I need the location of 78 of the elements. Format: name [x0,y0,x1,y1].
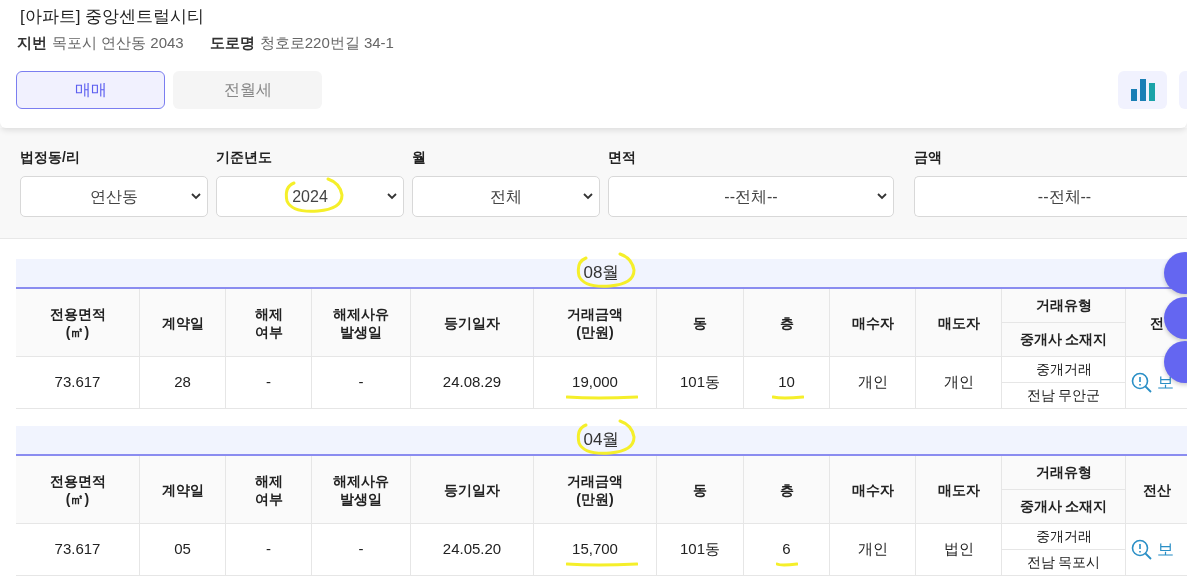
table-cell: 10 [778,371,795,394]
listing-title: [아파트] 중앙센트럴시티 [19,6,206,28]
table-cell-text: 05 [174,539,191,560]
table-cell-text: - [266,539,271,560]
column-header: 거래금액 (만원) [567,471,623,508]
chevron-down-icon [583,192,593,200]
column-header: 동 [693,313,707,332]
filter-label: 월 [412,148,427,166]
column-header: 동 [693,480,707,499]
column-header: 층 [779,480,794,499]
column-header: 전용면적 (㎡) [49,304,106,341]
column-header: 계약일 [161,480,204,499]
column-header: 거래유형 [1002,456,1125,490]
column-header: 등기일자 [444,313,500,332]
address-value: 청호로220번길 34-1 [259,33,394,53]
table-cell-text: 28 [174,372,191,393]
column-header: 매수자 [851,480,894,499]
column-header: 매수자 [851,313,894,332]
table-cell-text: - [358,372,364,393]
address-label: 도로명 [209,33,255,53]
filter-label: 면적 [608,148,637,166]
chevron-down-icon [387,192,397,200]
bar-chart-icon [1130,79,1155,101]
chevron-down-icon [191,192,201,200]
column-header: 해제사유 발생일 [333,304,389,341]
table-cell: 중개거래 [1002,524,1125,550]
table-cell-text: - [266,372,271,393]
select-field[interactable]: 연산동 [20,176,208,217]
search-icon [1131,538,1153,561]
month-title: 04월 [583,427,620,453]
view-link[interactable]: 보 [1131,536,1174,563]
column-header: 등기일자 [444,480,500,499]
table-cell-text: 개인 [857,539,888,560]
select-field[interactable]: 2024 [216,176,404,217]
column-header: 전용면적 (㎡) [49,471,106,508]
column-header: 해제사유 발생일 [333,471,389,508]
table-cell: 6 [782,538,791,561]
search-icon [1131,371,1153,394]
table-cell-text: 24.05.20 [442,539,502,560]
table-cell-text: 73.617 [54,372,101,393]
table-cell: 19,000 [572,371,618,394]
column-header: 해제 여부 [254,471,283,508]
address-label: 지번 [17,33,47,53]
column-header: 거래유형 [1002,289,1125,323]
column-header: 층 [779,313,794,332]
chart-button[interactable] [1118,71,1167,109]
column-header: 계약일 [161,313,204,332]
address-value: 목포시 연산동 2043 [52,33,184,53]
table-cell-text: 개인 [857,372,888,393]
filter-label: 법정동/리 [20,148,81,166]
table-cell-text: 법인 [943,539,974,560]
table-cell-text: 101동 [680,372,720,393]
column-header: 해제 여부 [254,304,283,341]
filter-label: 기준년도 [216,148,273,166]
table-cell: 15,700 [572,538,618,561]
chevron-down-icon [877,192,887,200]
select-field[interactable]: --전체-- [608,176,894,217]
select-field[interactable]: --전체-- [914,176,1187,217]
column-header: 중개사 소재지 [1018,497,1109,516]
column-header: 전산 [1142,480,1171,499]
table-cell-text: 24.08.29 [442,372,502,393]
column-header: 중개사 소재지 [1018,330,1109,349]
column-header: 전 [1149,313,1164,332]
month-title: 08월 [583,260,620,286]
filter-label: 금액 [914,148,943,166]
view-link[interactable]: 보 [1131,369,1174,396]
select-field[interactable]: 전체 [412,176,600,217]
column-header: 매도자 [937,313,980,332]
table-cell: 중개거래 [1002,357,1125,383]
table-cell-text: - [358,539,364,560]
table-cell-text: 전남 목포시 [1025,553,1102,572]
tab[interactable]: 매매 [16,71,165,109]
table-cell-text: 개인 [943,372,974,393]
table-cell-text: 전남 무안군 [1025,386,1102,405]
column-header: 거래금액 (만원) [567,304,623,341]
column-header: 매도자 [937,480,980,499]
table-cell-text: 101동 [680,539,720,560]
table-cell-text: 73.617 [54,539,101,560]
